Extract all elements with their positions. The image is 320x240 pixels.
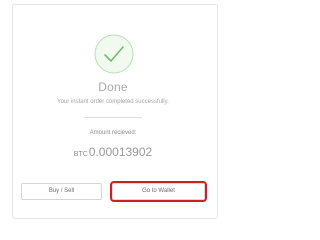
amount-value: 0.00013902 (88, 145, 153, 159)
amount-label: Amount recieved: (89, 130, 137, 136)
status-message: Your instant order completed successfull… (57, 99, 169, 105)
buy-sell-button[interactable]: Buy / Sell (21, 183, 102, 200)
amount-currency: BTC (73, 151, 88, 158)
checkmark-circle-icon (94, 34, 134, 74)
go-to-wallet-button[interactable]: Go to Wallet (110, 181, 207, 202)
amount-received: BTC0.00013902 (0, 143, 226, 161)
divider (84, 117, 142, 118)
status-title: Done (98, 80, 128, 94)
